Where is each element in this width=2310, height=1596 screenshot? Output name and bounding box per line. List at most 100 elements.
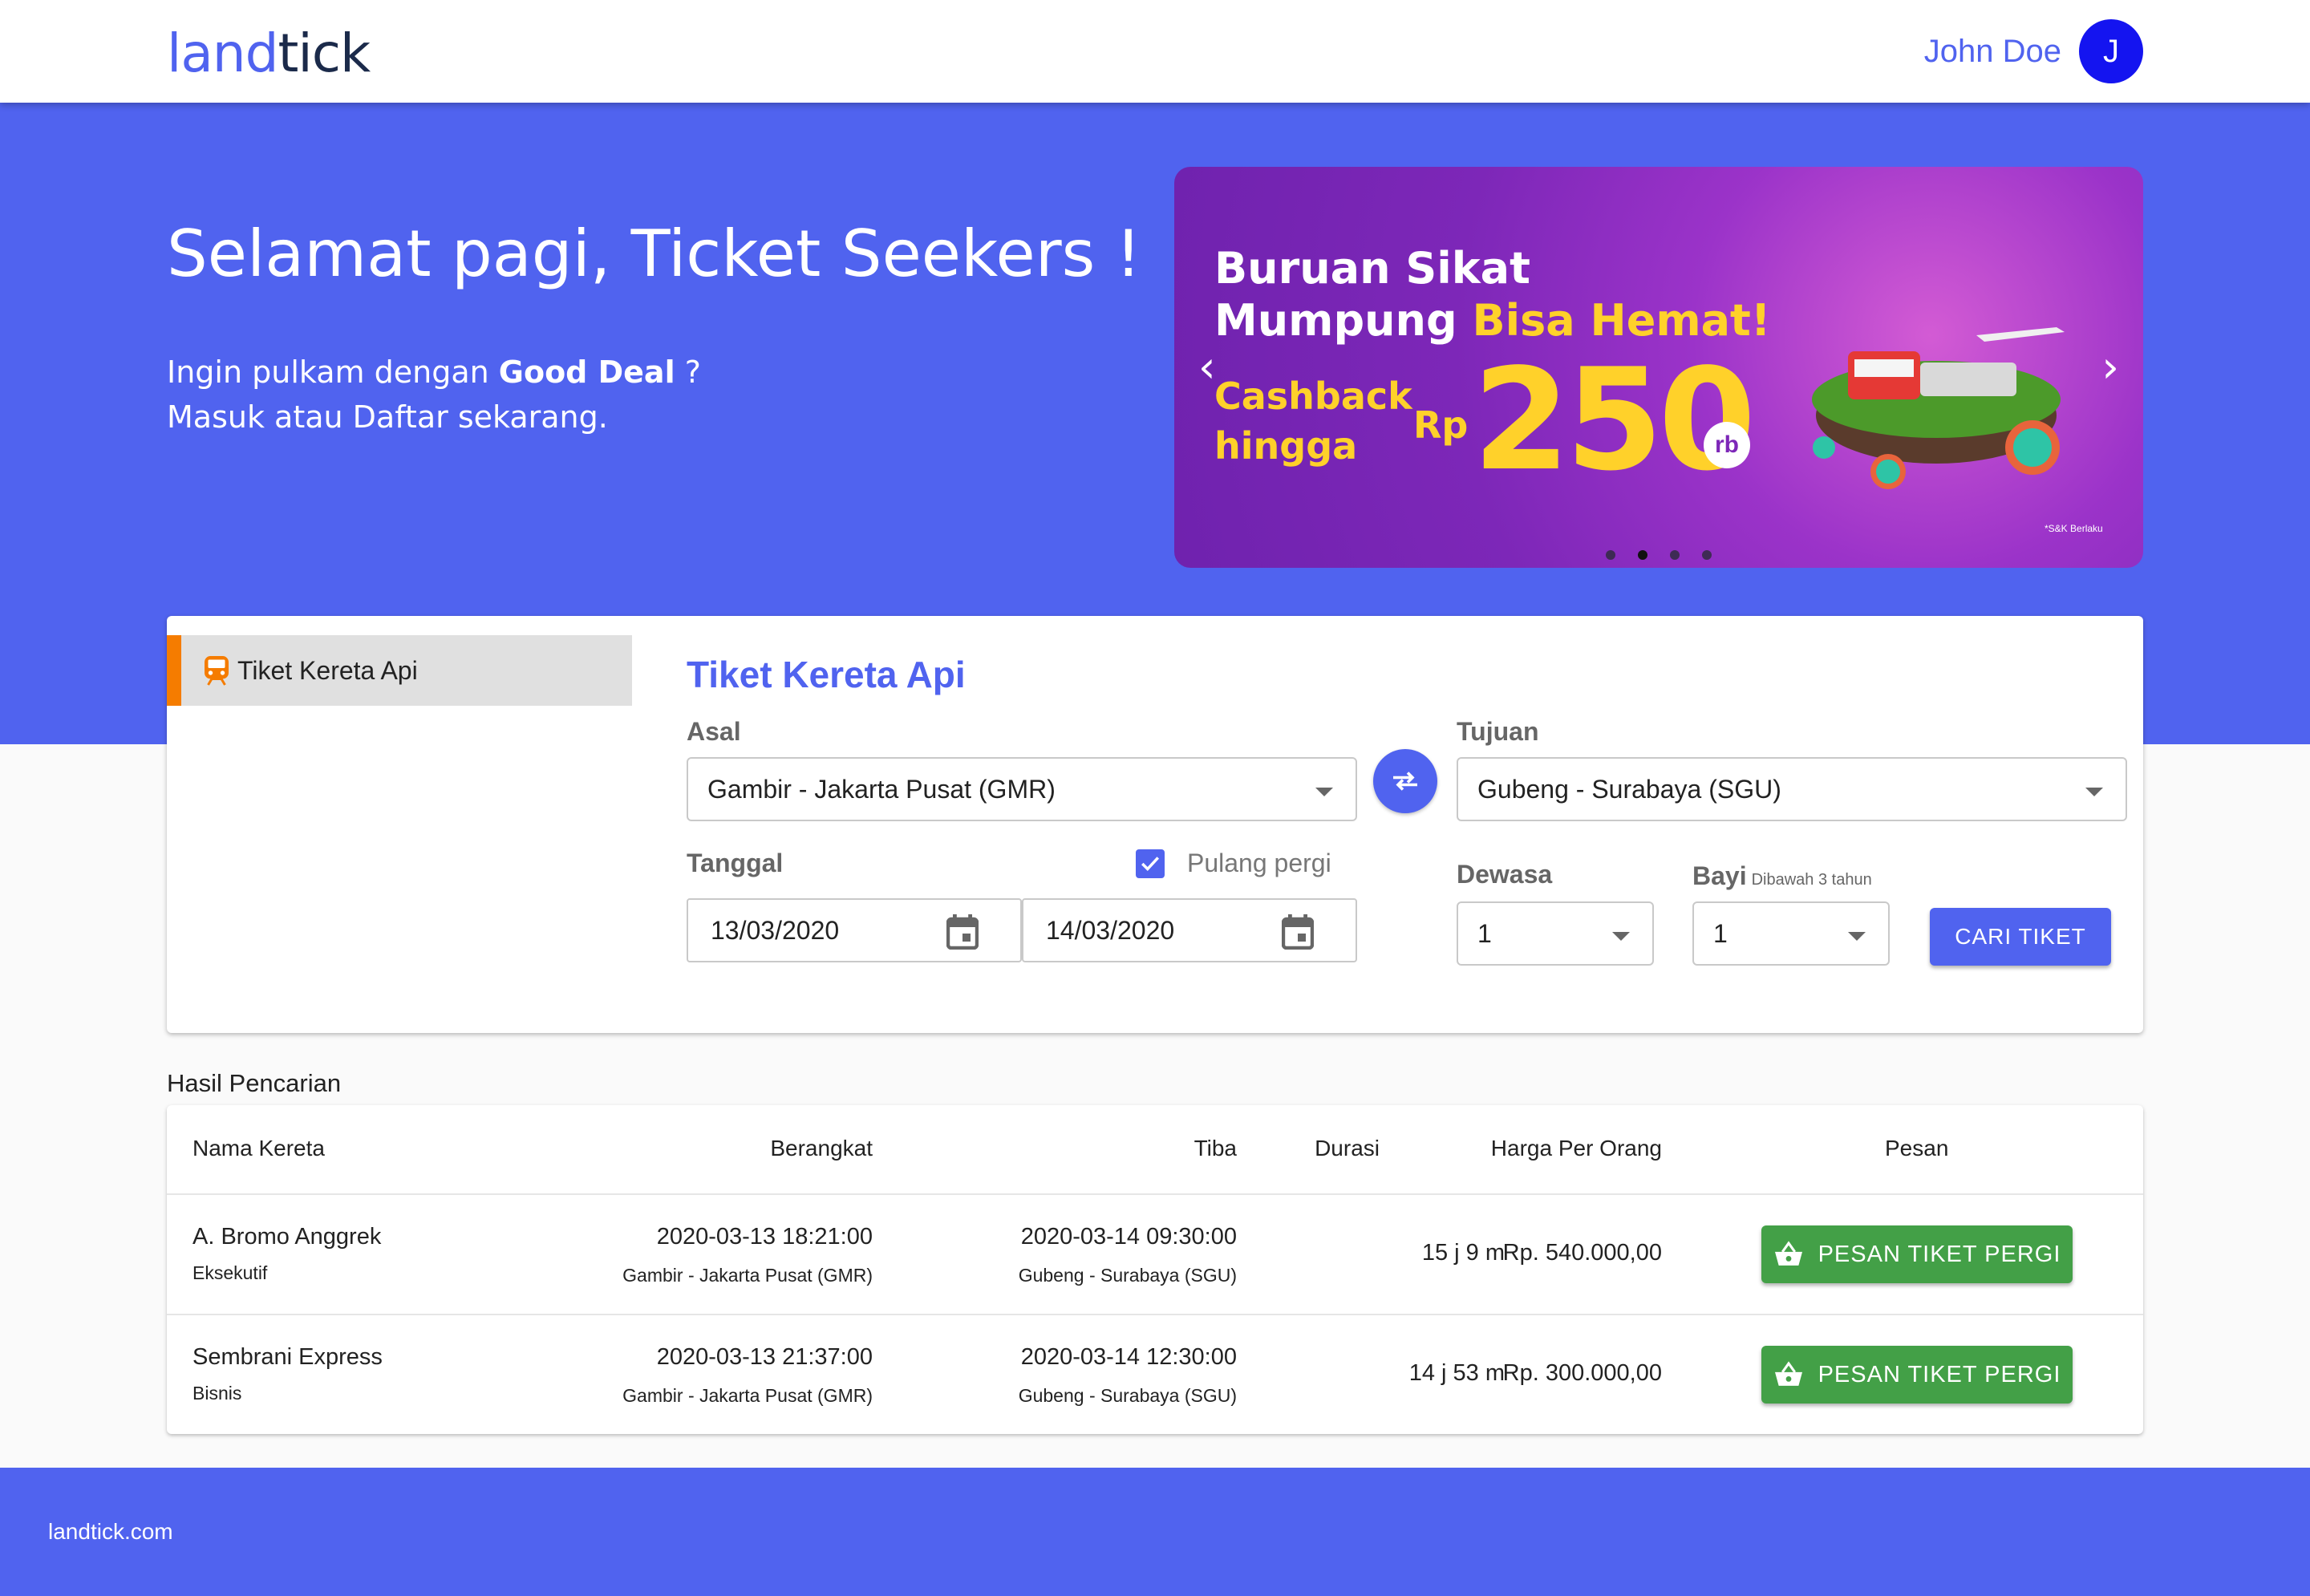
- promo-cashback-text: Cashback hingga: [1214, 371, 1412, 471]
- asal-value: Gambir - Jakarta Pusat (GMR): [707, 774, 1056, 804]
- promo-headline-2-white: Mumpung: [1214, 295, 1473, 346]
- bayi-age-note: Dibawah 3 tahun: [1751, 871, 1872, 889]
- arrive-station: Gubeng - Surabaya (SGU): [1018, 1265, 1237, 1286]
- chevron-down-icon: [1612, 932, 1630, 941]
- bayi-label-text: Bayi: [1692, 861, 1747, 890]
- pulang-pergi-label: Pulang pergi: [1187, 849, 1331, 877]
- checkbox-checked-icon[interactable]: [1136, 849, 1165, 878]
- swap-arrows-icon: [1393, 772, 1417, 791]
- hero-subtitle-bold: Good Deal: [498, 354, 675, 390]
- promo-carousel[interactable]: Buruan Sikat Mumpung Bisa Hemat! Cashbac…: [1174, 167, 2143, 568]
- tanggal-label: Tanggal: [687, 849, 784, 877]
- bayi-select[interactable]: 1: [1692, 901, 1890, 966]
- duration: 14 j 53 m: [1409, 1360, 1505, 1387]
- sidebar-item-tiket-kereta-api[interactable]: Tiket Kereta Api: [167, 635, 632, 706]
- basket-icon: [1774, 1241, 1802, 1266]
- arrive-time: 2020-03-14 12:30:00: [1020, 1344, 1237, 1370]
- arrive-cell: 2020-03-14 09:30:00 Gubeng - Surabaya (S…: [1019, 1224, 1237, 1286]
- tujuan-value: Gubeng - Surabaya (SGU): [1477, 774, 1781, 804]
- top-navbar: landtick John Doe J: [0, 0, 2310, 103]
- carousel-dot[interactable]: [1702, 550, 1712, 560]
- carousel-next-arrow-icon[interactable]: ›: [2101, 342, 2119, 392]
- tujuan-select[interactable]: Gubeng - Surabaya (SGU): [1457, 757, 2127, 821]
- depart-date-field[interactable]: 13/03/2020: [687, 898, 1022, 962]
- price: Rp. 540.000,00: [1502, 1240, 1662, 1266]
- search-card: Tiket Kereta Api Tiket Kereta Api Asal G…: [167, 616, 2143, 1033]
- dewasa-label: Dewasa: [1457, 860, 1553, 889]
- promo-terms: *S&K Berlaku: [2045, 523, 2103, 534]
- results-title: Hasil Pencarian: [167, 1069, 342, 1097]
- tujuan-label: Tujuan: [1457, 717, 1539, 746]
- train-class: Eksekutif: [192, 1262, 268, 1283]
- carousel-prev-arrow-icon[interactable]: ‹: [1198, 342, 1216, 392]
- depart-station: Gambir - Jakarta Pusat (GMR): [622, 1385, 873, 1406]
- promo-unit-badge: rb: [1704, 422, 1750, 468]
- depart-time: 2020-03-13 18:21:00: [656, 1224, 873, 1250]
- order-button-label: PESAN TIKET PERGI: [1818, 1241, 2061, 1267]
- header-pesan: Pesan: [1885, 1136, 1949, 1161]
- calendar-icon[interactable]: [1282, 914, 1314, 950]
- calendar-icon[interactable]: [946, 914, 979, 950]
- train-name: A. Bromo Anggrek: [192, 1224, 382, 1250]
- table-row: Sembrani Express Bisnis 2020-03-13 21:37…: [167, 1314, 2143, 1434]
- footer: landtick.com: [0, 1468, 2310, 1596]
- avatar[interactable]: J: [2079, 19, 2143, 83]
- promo-cashback-word: Cashback: [1214, 375, 1412, 418]
- duration-value: 15 j 9 m: [1421, 1240, 1505, 1266]
- train-name: Sembrani Express: [192, 1344, 383, 1370]
- asal-select[interactable]: Gambir - Jakarta Pusat (GMR): [687, 757, 1357, 821]
- hero-subtitle-suffix: ?: [675, 354, 701, 390]
- footer-site-link[interactable]: landtick.com: [48, 1519, 173, 1545]
- arrive-cell: 2020-03-14 12:30:00 Gubeng - Surabaya (S…: [1019, 1344, 1237, 1407]
- hero-subtitle-prefix: Ingin pulkam dengan: [167, 354, 499, 390]
- user-name[interactable]: John Doe: [1924, 34, 2061, 70]
- chevron-down-icon: [1315, 788, 1333, 796]
- chevron-down-icon: [2085, 788, 2103, 796]
- asal-label: Asal: [687, 717, 741, 746]
- swap-stations-button[interactable]: [1373, 749, 1437, 813]
- price: Rp. 300.000,00: [1502, 1360, 1662, 1386]
- order-button-label: PESAN TIKET PERGI: [1818, 1361, 2061, 1387]
- promo-headline-2: Mumpung Bisa Hemat!: [1214, 295, 1770, 346]
- results-table: Nama Kereta Berangkat Tiba Durasi Harga …: [167, 1105, 2143, 1434]
- search-button[interactable]: CARI TIKET: [1930, 908, 2111, 966]
- greeting-heading: Selamat pagi, Ticket Seekers !: [167, 217, 1141, 291]
- carousel-dot[interactable]: [1606, 550, 1615, 560]
- header-tiba: Tiba: [1194, 1136, 1237, 1161]
- chevron-down-icon: [1848, 932, 1866, 941]
- train-class: Bisnis: [192, 1383, 242, 1404]
- check-icon: [1141, 856, 1160, 871]
- sidebar-item-label: Tiket Kereta Api: [237, 655, 418, 685]
- promo-headline-1: Buruan Sikat: [1214, 243, 1530, 294]
- header-nama-kereta: Nama Kereta: [192, 1136, 325, 1161]
- carousel-indicators: [1606, 550, 1712, 560]
- depart-date-value: 13/03/2020: [711, 915, 840, 945]
- depart-time: 2020-03-13 21:37:00: [656, 1344, 873, 1370]
- promo-amount: 250: [1473, 339, 1756, 502]
- form-title: Tiket Kereta Api: [687, 654, 966, 695]
- train-icon: [205, 656, 229, 686]
- basket-icon: [1774, 1361, 1802, 1386]
- pulang-pergi-checkbox[interactable]: Pulang pergi: [1136, 849, 1331, 878]
- promo-hingga-word: hingga: [1214, 424, 1358, 468]
- duration-value: 14 j 53 m: [1408, 1360, 1505, 1386]
- logo-part-land: land: [167, 22, 279, 84]
- order-ticket-button[interactable]: PESAN TIKET PERGI: [1761, 1346, 2073, 1404]
- landtick-logo[interactable]: landtick: [167, 22, 371, 84]
- arrive-station: Gubeng - Surabaya (SGU): [1018, 1385, 1237, 1406]
- dewasa-select[interactable]: 1: [1457, 901, 1654, 966]
- arrive-time: 2020-03-14 09:30:00: [1020, 1224, 1237, 1250]
- order-ticket-button[interactable]: PESAN TIKET PERGI: [1761, 1225, 2073, 1283]
- carousel-dot[interactable]: [1670, 550, 1680, 560]
- depart-cell: 2020-03-13 21:37:00 Gambir - Jakarta Pus…: [622, 1344, 873, 1407]
- logo-part-tick: tick: [278, 22, 371, 84]
- header-berangkat: Berangkat: [770, 1136, 873, 1161]
- carousel-dot[interactable]: [1638, 550, 1647, 560]
- hero-subtitle: Ingin pulkam dengan Good Deal ? Masuk at…: [167, 350, 701, 440]
- bayi-value: 1: [1713, 918, 1728, 948]
- hero-subtitle-line2: Masuk atau Daftar sekarang.: [167, 399, 608, 435]
- user-menu[interactable]: John Doe J: [1924, 19, 2143, 83]
- return-date-field[interactable]: 14/03/2020: [1022, 898, 1357, 962]
- dewasa-value: 1: [1477, 918, 1492, 948]
- bayi-label: Bayi Dibawah 3 tahun: [1692, 861, 1872, 891]
